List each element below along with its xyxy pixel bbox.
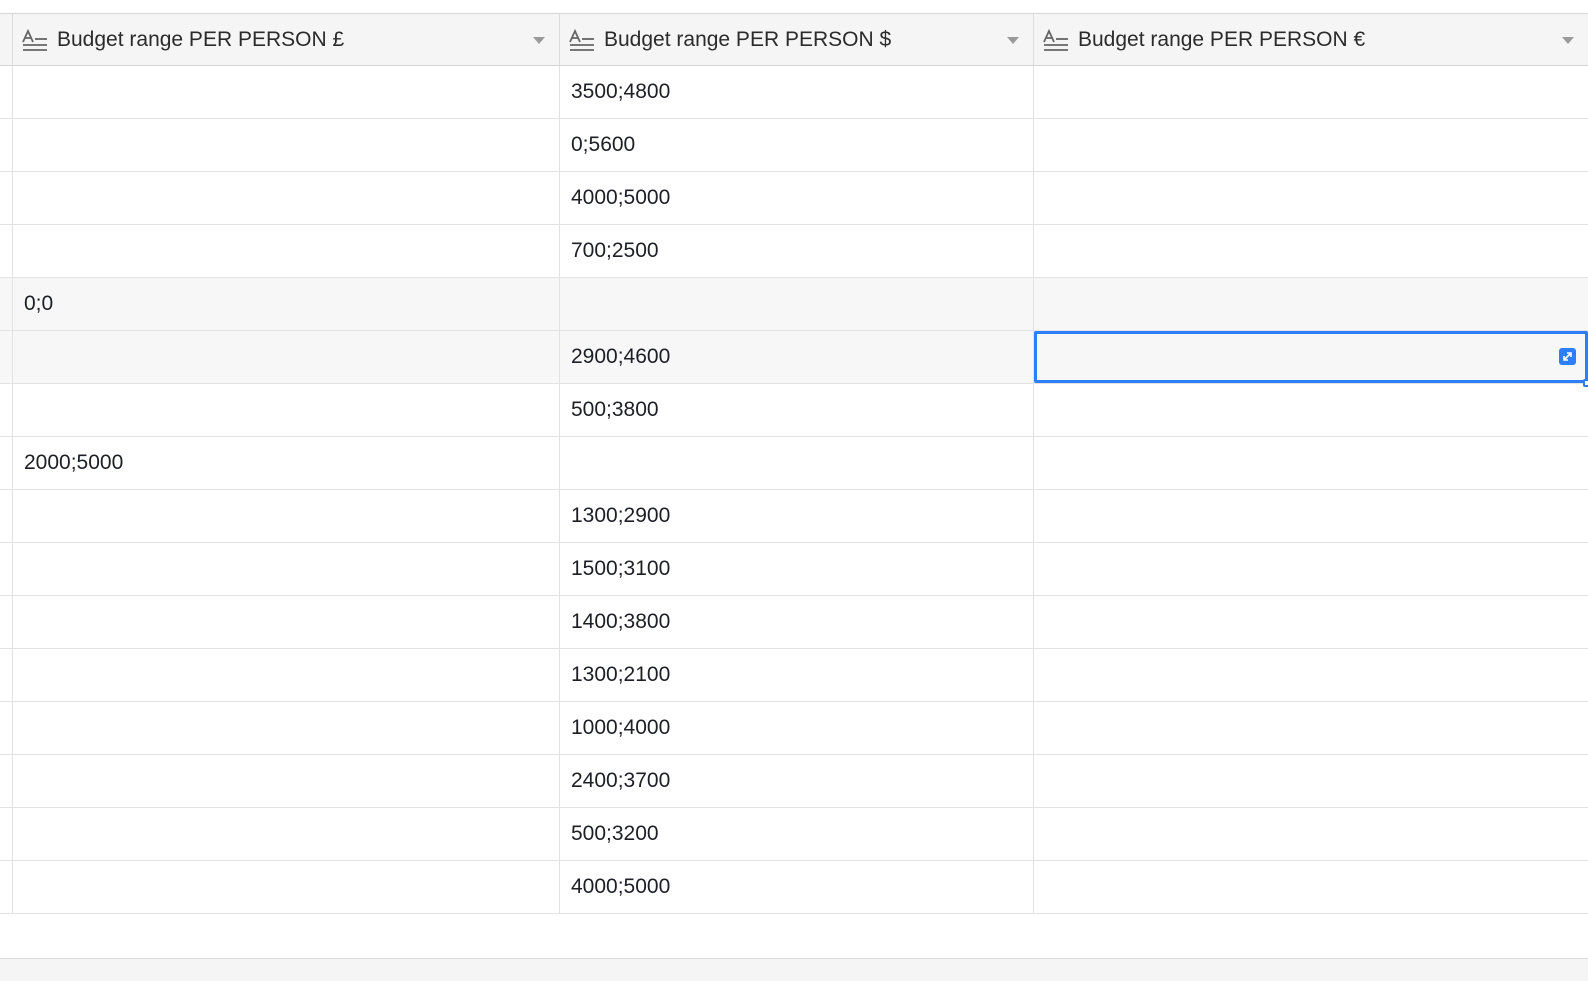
table-cell[interactable]: 1300;2900 — [560, 490, 1034, 542]
table-row[interactable]: 1400;3800 — [0, 596, 1588, 649]
chevron-down-icon[interactable] — [533, 36, 545, 44]
table-cell[interactable] — [13, 384, 560, 436]
table-cell[interactable]: 1500;3100 — [560, 543, 1034, 595]
column-header-label: Budget range PER PERSON £ — [57, 27, 345, 51]
table-cell[interactable] — [1034, 490, 1588, 542]
table-row[interactable]: 1300;2100 — [0, 649, 1588, 702]
table-cell[interactable]: 500;3800 — [560, 384, 1034, 436]
row-edge — [0, 278, 13, 330]
table-cell[interactable]: 500;3200 — [560, 808, 1034, 860]
column-header-label: Budget range PER PERSON € — [1078, 27, 1366, 51]
table-cell[interactable] — [1034, 119, 1588, 171]
table-cell[interactable]: 700;2500 — [560, 225, 1034, 277]
long-text-field-icon — [1043, 28, 1068, 51]
row-edge — [0, 490, 13, 542]
grid-header: Budget range PER PERSON £ Budget range P… — [0, 13, 1588, 66]
row-edge — [0, 331, 13, 383]
table-row[interactable]: 0;0 — [0, 278, 1588, 331]
table-cell[interactable]: 4000;5000 — [560, 172, 1034, 224]
table-cell[interactable] — [13, 755, 560, 807]
table-cell[interactable] — [1034, 172, 1588, 224]
column-header-label: Budget range PER PERSON $ — [604, 27, 892, 51]
long-text-field-icon — [569, 28, 594, 51]
table-cell[interactable]: 0;0 — [13, 278, 560, 330]
row-number-header — [0, 14, 13, 65]
table-cell[interactable] — [13, 172, 560, 224]
row-edge — [0, 861, 13, 913]
table-row[interactable]: 0;5600 — [0, 119, 1588, 172]
row-edge — [0, 649, 13, 701]
table-cell[interactable] — [1034, 702, 1588, 754]
table-cell[interactable] — [1034, 543, 1588, 595]
table-cell[interactable] — [1034, 384, 1588, 436]
table-cell[interactable] — [1034, 437, 1588, 489]
row-edge — [0, 119, 13, 171]
table-cell[interactable] — [1034, 278, 1588, 330]
chevron-down-icon[interactable] — [1007, 36, 1019, 44]
table-cell[interactable] — [1034, 755, 1588, 807]
table-cell[interactable] — [13, 596, 560, 648]
table-cell[interactable] — [13, 543, 560, 595]
row-edge — [0, 755, 13, 807]
grid-footer — [0, 958, 1588, 981]
table-cell[interactable]: 0;5600 — [560, 119, 1034, 171]
table-cell[interactable]: 1000;4000 — [560, 702, 1034, 754]
row-edge — [0, 172, 13, 224]
table-cell[interactable] — [560, 278, 1034, 330]
table-cell[interactable] — [13, 119, 560, 171]
grid-body: 3500;4800 0;5600 4000;5000 700;2500 0;0 2900;… — [0, 66, 1588, 914]
selected-cell[interactable] — [1034, 331, 1588, 387]
table-row[interactable]: 4000;5000 — [0, 861, 1588, 914]
table-row[interactable]: 500;3200 — [0, 808, 1588, 861]
table-row[interactable]: 2000;5000 — [0, 437, 1588, 490]
table-cell[interactable] — [13, 808, 560, 860]
table-row[interactable]: 1300;2900 — [0, 490, 1588, 543]
table-cell[interactable] — [13, 66, 560, 118]
table-cell[interactable] — [1034, 66, 1588, 118]
column-header-budget-eur[interactable]: Budget range PER PERSON € — [1034, 14, 1588, 65]
table-cell[interactable]: 1300;2100 — [560, 649, 1034, 701]
row-edge — [0, 437, 13, 489]
expand-icon[interactable] — [1559, 348, 1576, 365]
row-edge — [0, 225, 13, 277]
table-row[interactable]: 500;3800 — [0, 384, 1588, 437]
table-cell[interactable] — [1034, 649, 1588, 701]
table-cell[interactable]: 2400;3700 — [560, 755, 1034, 807]
table-cell[interactable] — [560, 437, 1034, 489]
table-cell[interactable]: 3500;4800 — [560, 66, 1034, 118]
table-cell[interactable] — [13, 861, 560, 913]
row-edge — [0, 596, 13, 648]
table-row[interactable]: 2400;3700 — [0, 755, 1588, 808]
row-edge — [0, 66, 13, 118]
column-header-budget-usd[interactable]: Budget range PER PERSON $ — [560, 14, 1034, 65]
table-cell[interactable] — [13, 225, 560, 277]
table-row[interactable]: 2900;4600 — [0, 331, 1588, 387]
table-cell[interactable] — [1034, 225, 1588, 277]
table-cell[interactable] — [13, 490, 560, 542]
row-edge — [0, 384, 13, 436]
chevron-down-icon[interactable] — [1562, 36, 1574, 44]
table-cell[interactable] — [13, 331, 560, 383]
row-edge — [0, 702, 13, 754]
table-row[interactable]: 1500;3100 — [0, 543, 1588, 596]
table-cell[interactable]: 4000;5000 — [560, 861, 1034, 913]
table-row[interactable]: 700;2500 — [0, 225, 1588, 278]
row-edge — [0, 808, 13, 860]
table-cell[interactable] — [1034, 861, 1588, 913]
table-row[interactable]: 1000;4000 — [0, 702, 1588, 755]
column-header-budget-gbp[interactable]: Budget range PER PERSON £ — [13, 14, 560, 65]
table-row[interactable]: 3500;4800 — [0, 66, 1588, 119]
table-cell[interactable]: 1400;3800 — [560, 596, 1034, 648]
row-edge — [0, 543, 13, 595]
table-cell[interactable]: 2900;4600 — [560, 331, 1034, 383]
table-cell[interactable] — [1034, 808, 1588, 860]
table-cell[interactable] — [13, 649, 560, 701]
table-cell[interactable]: 2000;5000 — [13, 437, 560, 489]
long-text-field-icon — [22, 28, 47, 51]
table-cell[interactable] — [13, 702, 560, 754]
table-cell[interactable] — [1034, 596, 1588, 648]
table-row[interactable]: 4000;5000 — [0, 172, 1588, 225]
data-grid: Budget range PER PERSON £ Budget range P… — [0, 13, 1588, 914]
